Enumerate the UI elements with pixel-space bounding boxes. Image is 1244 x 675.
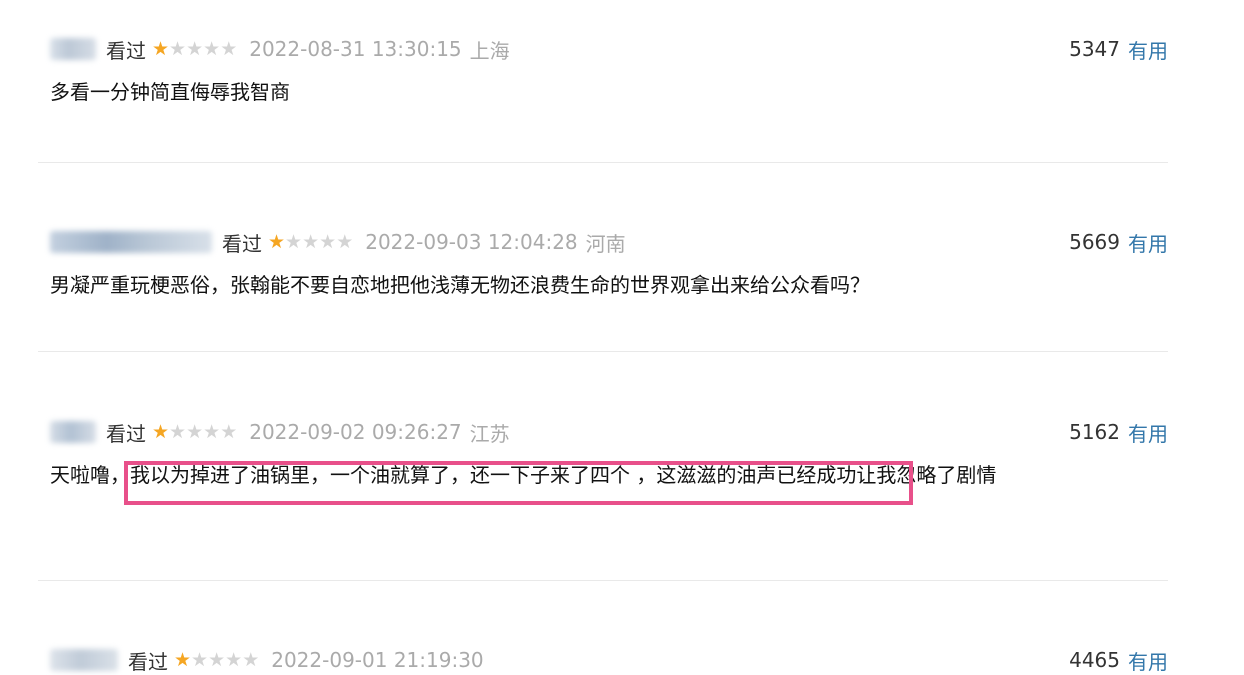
comment-text: 多看一分钟简直侮辱我智商 xyxy=(50,80,290,104)
votes-area: 4465 有用 xyxy=(1069,641,1168,675)
comment-timestamp: 2022-09-02 09:26:27 xyxy=(249,420,462,444)
blurred-username[interactable] xyxy=(50,649,118,671)
blurred-username[interactable] xyxy=(50,38,96,60)
star-icon: ★ xyxy=(336,230,354,253)
comment-item: 看过 ★ ★ ★ ★ ★ 2022-08-31 13:30:15 上海 5347… xyxy=(38,30,1168,110)
rating-stars: ★ ★ ★ ★ ★ xyxy=(152,420,238,443)
watch-status: 看过 xyxy=(128,649,168,674)
votes-area: 5347 有用 xyxy=(1069,30,1168,68)
star-icon: ★ xyxy=(186,420,204,443)
comment-timestamp: 2022-08-31 13:30:15 xyxy=(249,37,462,61)
star-icon: ★ xyxy=(203,37,221,60)
comment-item: 看过 ★ ★ ★ ★ ★ 2022-09-03 12:04:28 河南 5669… xyxy=(38,223,1168,303)
star-icon: ★ xyxy=(169,420,187,443)
divider xyxy=(38,162,1168,163)
star-icon: ★ xyxy=(285,230,303,253)
star-icon: ★ xyxy=(319,230,337,253)
vote-count: 5347 xyxy=(1069,37,1120,61)
comment-list: 看过 ★ ★ ★ ★ ★ 2022-08-31 13:30:15 上海 5347… xyxy=(0,0,1244,675)
comment-text: 天啦噜，我以为掉进了油锅里，一个油就算了，还一下子来了四个 ，这滋滋的油声已经成… xyxy=(50,463,997,487)
star-icon: ★ xyxy=(220,420,238,443)
useful-button[interactable]: 有用 xyxy=(1128,646,1168,675)
comment-text: 男凝严重玩梗恶俗，张翰能不要自恋地把他浅薄无物还浪费生命的世界观拿出来给公众看吗… xyxy=(50,273,870,297)
rating-stars: ★ ★ ★ ★ ★ xyxy=(152,37,238,60)
comment-timestamp: 2022-09-03 12:04:28 xyxy=(365,230,578,254)
comment-header: 看过 ★ ★ ★ ★ ★ 2022-09-03 12:04:28 河南 5669… xyxy=(38,223,1168,261)
star-icon: ★ xyxy=(191,648,209,671)
comment-location: 河南 xyxy=(585,231,626,256)
star-icon: ★ xyxy=(225,648,243,671)
blurred-username[interactable] xyxy=(50,231,212,253)
votes-area: 5669 有用 xyxy=(1069,223,1168,261)
vote-count: 4465 xyxy=(1069,648,1120,672)
comment-header: 看过 ★ ★ ★ ★ ★ 2022-09-02 09:26:27 江苏 5162… xyxy=(38,413,1168,451)
star-icon: ★ xyxy=(152,37,170,60)
star-icon: ★ xyxy=(242,648,260,671)
votes-area: 5162 有用 xyxy=(1069,413,1168,451)
star-icon: ★ xyxy=(220,37,238,60)
rating-stars: ★ ★ ★ ★ ★ xyxy=(268,230,354,253)
star-icon: ★ xyxy=(302,230,320,253)
star-icon: ★ xyxy=(208,648,226,671)
star-icon: ★ xyxy=(152,420,170,443)
watch-status: 看过 xyxy=(106,38,146,63)
comment-location: 上海 xyxy=(469,38,510,63)
star-icon: ★ xyxy=(268,230,286,253)
comment-item: 看过 ★ ★ ★ ★ ★ 2022-09-01 21:19:30 4465 有用 xyxy=(38,641,1168,675)
star-icon: ★ xyxy=(169,37,187,60)
divider xyxy=(38,580,1168,581)
vote-count: 5162 xyxy=(1069,420,1120,444)
watch-status: 看过 xyxy=(222,231,262,256)
useful-button[interactable]: 有用 xyxy=(1128,35,1168,64)
useful-button[interactable]: 有用 xyxy=(1128,418,1168,447)
comment-timestamp: 2022-09-01 21:19:30 xyxy=(271,648,484,672)
vote-count: 5669 xyxy=(1069,230,1120,254)
comment-location: 江苏 xyxy=(469,421,510,446)
useful-button[interactable]: 有用 xyxy=(1128,228,1168,257)
blurred-username[interactable] xyxy=(50,421,96,443)
comment-item: 看过 ★ ★ ★ ★ ★ 2022-09-02 09:26:27 江苏 5162… xyxy=(38,413,1168,493)
watch-status: 看过 xyxy=(106,421,146,446)
comment-header: 看过 ★ ★ ★ ★ ★ 2022-09-01 21:19:30 4465 有用 xyxy=(38,641,1168,675)
divider xyxy=(38,351,1168,352)
star-icon: ★ xyxy=(186,37,204,60)
comment-header: 看过 ★ ★ ★ ★ ★ 2022-08-31 13:30:15 上海 5347… xyxy=(38,30,1168,68)
star-icon: ★ xyxy=(203,420,221,443)
star-icon: ★ xyxy=(174,648,192,671)
rating-stars: ★ ★ ★ ★ ★ xyxy=(174,648,260,671)
